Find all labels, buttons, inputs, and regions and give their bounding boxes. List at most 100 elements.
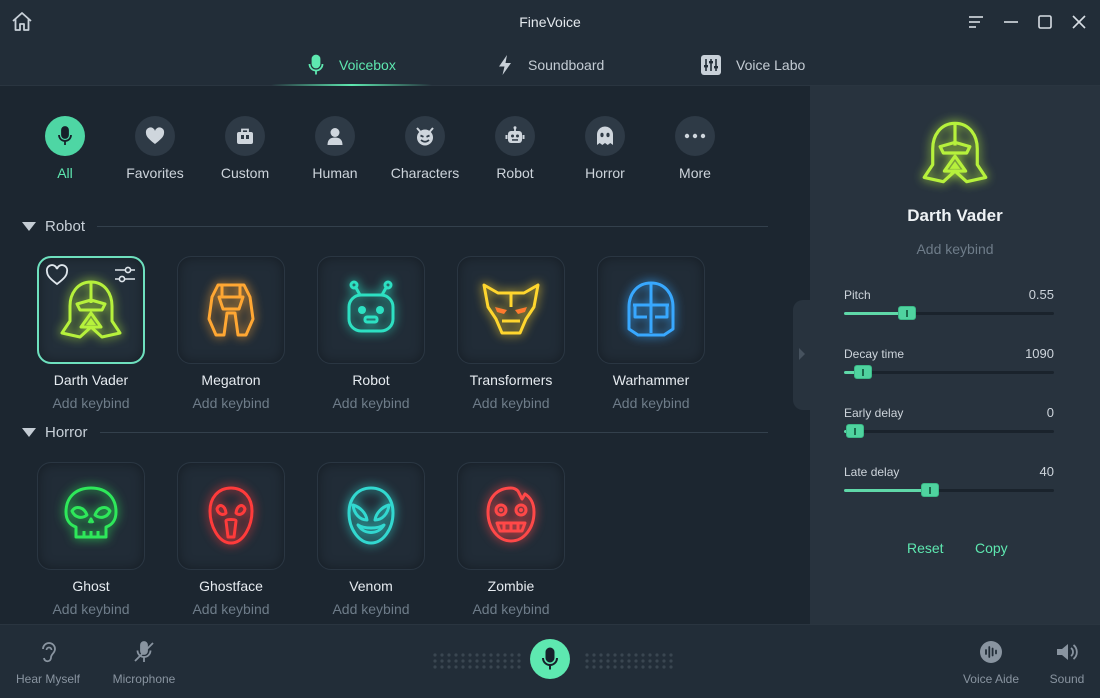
section-divider bbox=[97, 225, 768, 227]
copy-button[interactable]: Copy bbox=[975, 540, 1008, 556]
add-keybind-link[interactable]: Add keybind bbox=[177, 395, 285, 411]
category-horror[interactable]: Horror bbox=[560, 116, 650, 181]
zombie-face-icon bbox=[486, 486, 536, 543]
lightning-icon bbox=[499, 55, 511, 75]
tab-label: Voicebox bbox=[339, 57, 396, 73]
ghost-skull-icon bbox=[64, 486, 118, 539]
add-keybind-link[interactable]: Add keybind bbox=[177, 601, 285, 617]
category-characters[interactable]: Characters bbox=[380, 116, 470, 181]
voice-card[interactable] bbox=[317, 256, 425, 364]
pitch-slider[interactable]: Pitch 0.55 bbox=[844, 287, 1054, 320]
add-keybind-link[interactable]: Add keybind bbox=[317, 395, 425, 411]
voice-changer-mic-button[interactable] bbox=[530, 639, 570, 679]
microphone-icon bbox=[308, 54, 324, 75]
slider-handle[interactable] bbox=[853, 365, 872, 379]
reset-button[interactable]: Reset bbox=[907, 540, 944, 556]
add-keybind-link[interactable]: Add keybind bbox=[457, 601, 565, 617]
voice-settings-panel: Darth Vader Add keybind Pitch 0.55 Decay… bbox=[810, 86, 1100, 624]
chevron-right-icon bbox=[799, 348, 805, 360]
category-all[interactable]: All bbox=[20, 116, 110, 181]
heart-icon bbox=[135, 116, 175, 156]
voice-ghost[interactable]: Ghost Add keybind bbox=[37, 462, 145, 617]
ghostface-mask-icon bbox=[208, 486, 254, 545]
hear-myself-button[interactable]: Hear Myself bbox=[16, 639, 80, 686]
tab-voicebox[interactable]: Voicebox bbox=[271, 44, 432, 86]
app-window: FineVoice Voicebox Soundboard Voice Labo bbox=[0, 0, 1100, 698]
sound-button[interactable]: Sound bbox=[1044, 639, 1090, 686]
title-bar: FineVoice bbox=[0, 0, 1100, 44]
microphone-icon bbox=[45, 116, 85, 156]
voice-card[interactable] bbox=[597, 256, 705, 364]
voice-card[interactable] bbox=[177, 462, 285, 570]
section-header-robot[interactable]: Robot bbox=[22, 216, 768, 236]
voice-transformers[interactable]: Transformers Add keybind bbox=[457, 256, 565, 411]
voice-robot[interactable]: Robot Add keybind bbox=[317, 256, 425, 411]
bottom-bar: Hear Myself Microphone Voice Aide Sound bbox=[0, 624, 1100, 698]
collapse-triangle-icon bbox=[22, 427, 36, 437]
microphone-muted-icon bbox=[134, 641, 154, 662]
voice-card[interactable] bbox=[317, 462, 425, 570]
section-header-horror[interactable]: Horror bbox=[22, 422, 768, 442]
add-keybind-link[interactable]: Add keybind bbox=[597, 395, 705, 411]
late-delay-slider[interactable]: Late delay 40 bbox=[844, 464, 1054, 497]
equalizer-icon bbox=[701, 55, 721, 75]
voice-card[interactable] bbox=[457, 462, 565, 570]
voice-zombie[interactable]: Zombie Add keybind bbox=[457, 462, 565, 617]
voice-aide-button[interactable]: Voice Aide bbox=[958, 639, 1024, 686]
warhammer-helmet-icon bbox=[627, 281, 675, 337]
add-keybind-link[interactable]: Add keybind bbox=[37, 601, 145, 617]
person-icon bbox=[315, 116, 355, 156]
slider-handle[interactable] bbox=[845, 424, 864, 438]
close-icon[interactable] bbox=[1069, 12, 1089, 32]
app-title: FineVoice bbox=[519, 14, 581, 30]
early-delay-slider[interactable]: Early delay 0 bbox=[844, 405, 1054, 438]
darth-vader-helmet-icon bbox=[922, 121, 988, 184]
panel-collapse-handle[interactable] bbox=[793, 300, 811, 410]
robot-icon bbox=[495, 116, 535, 156]
devil-face-icon bbox=[405, 116, 445, 156]
voice-darth-vader[interactable]: Darth Vader Add keybind bbox=[37, 256, 145, 411]
voice-ghostface[interactable]: Ghostface Add keybind bbox=[177, 462, 285, 617]
minimize-icon[interactable] bbox=[1001, 12, 1021, 32]
selected-voice-name: Darth Vader bbox=[907, 206, 1003, 225]
tab-label: Voice Labo bbox=[736, 57, 806, 73]
voice-warhammer[interactable]: Warhammer Add keybind bbox=[597, 256, 705, 411]
tab-soundboard[interactable]: Soundboard bbox=[496, 44, 604, 86]
voice-megatron[interactable]: Megatron Add keybind bbox=[177, 256, 285, 411]
add-keybind-link[interactable]: Add keybind bbox=[810, 241, 1100, 257]
tab-voice-labo[interactable]: Voice Labo bbox=[700, 44, 805, 86]
category-custom[interactable]: Custom bbox=[200, 116, 290, 181]
category-more[interactable]: More bbox=[650, 116, 740, 181]
tab-label: Soundboard bbox=[528, 57, 605, 73]
megatron-helmet-icon bbox=[207, 283, 255, 337]
decay-time-slider[interactable]: Decay time 1090 bbox=[844, 346, 1054, 379]
voice-library: All Favorites Custom Human Characters Ro… bbox=[0, 86, 809, 624]
voice-card[interactable] bbox=[37, 256, 145, 364]
slider-handle[interactable] bbox=[921, 483, 940, 497]
section-divider bbox=[99, 431, 768, 433]
add-keybind-link[interactable]: Add keybind bbox=[37, 395, 145, 411]
category-favorites[interactable]: Favorites bbox=[110, 116, 200, 181]
maximize-icon[interactable] bbox=[1035, 12, 1055, 32]
slider-handle[interactable] bbox=[898, 306, 916, 320]
briefcase-icon bbox=[225, 116, 265, 156]
microphone-button[interactable]: Microphone bbox=[110, 639, 178, 686]
ghost-icon bbox=[585, 116, 625, 156]
microphone-icon bbox=[542, 647, 558, 670]
category-robot[interactable]: Robot bbox=[470, 116, 560, 181]
voice-venom[interactable]: Venom Add keybind bbox=[317, 462, 425, 617]
category-human[interactable]: Human bbox=[290, 116, 380, 181]
voice-wave-icon bbox=[980, 641, 1002, 663]
transformers-mask-icon bbox=[482, 283, 540, 335]
add-keybind-link[interactable]: Add keybind bbox=[317, 601, 425, 617]
voice-card[interactable] bbox=[177, 256, 285, 364]
speaker-icon bbox=[1057, 644, 1078, 660]
collapse-triangle-icon bbox=[22, 221, 36, 231]
audio-level-left-icon bbox=[433, 653, 521, 669]
add-keybind-link[interactable]: Add keybind bbox=[457, 395, 565, 411]
ear-icon bbox=[42, 642, 56, 663]
menu-icon[interactable] bbox=[966, 12, 986, 32]
robot-head-icon bbox=[347, 280, 395, 333]
voice-card[interactable] bbox=[457, 256, 565, 364]
voice-card[interactable] bbox=[37, 462, 145, 570]
